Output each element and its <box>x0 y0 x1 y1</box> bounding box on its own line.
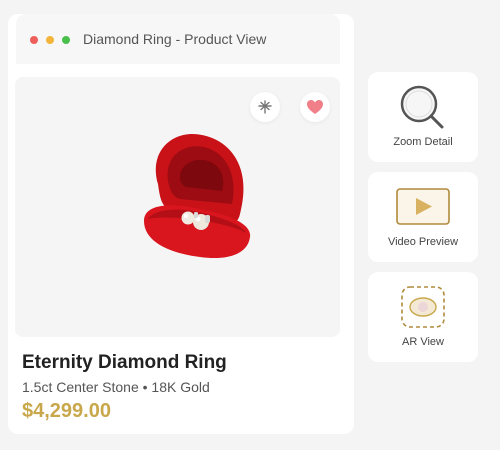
ring-box-image <box>144 133 251 259</box>
zoom-detail-label: Zoom Detail <box>393 136 453 148</box>
window-minimize-button[interactable] <box>46 36 54 44</box>
window-close-button[interactable] <box>30 36 38 44</box>
window-title: Diamond Ring - Product View <box>83 31 267 47</box>
ar-view-label: AR View <box>402 336 444 348</box>
window-titlebar: Diamond Ring - Product View <box>16 14 340 64</box>
favorite-button[interactable] <box>300 92 330 122</box>
zoom-detail-button[interactable]: Zoom Detail <box>368 72 478 162</box>
sparkle-icon <box>258 100 272 114</box>
product-image-stage <box>15 77 340 337</box>
video-preview-button[interactable]: Video Preview <box>368 172 478 262</box>
video-preview-label: Video Preview <box>387 236 459 248</box>
product-name: Eternity Diamond Ring <box>22 352 227 373</box>
window-zoom-button[interactable] <box>62 36 70 44</box>
ar-view-button[interactable]: AR View <box>368 272 478 362</box>
ar-icon <box>401 286 445 328</box>
heart-icon <box>307 100 323 114</box>
magnifier-icon <box>400 85 444 129</box>
play-icon <box>396 188 450 225</box>
product-price: $4,299.00 <box>22 400 111 422</box>
compare-button[interactable] <box>250 92 280 122</box>
product-specs: 1.5ct Center Stone • 18K Gold <box>22 379 210 395</box>
